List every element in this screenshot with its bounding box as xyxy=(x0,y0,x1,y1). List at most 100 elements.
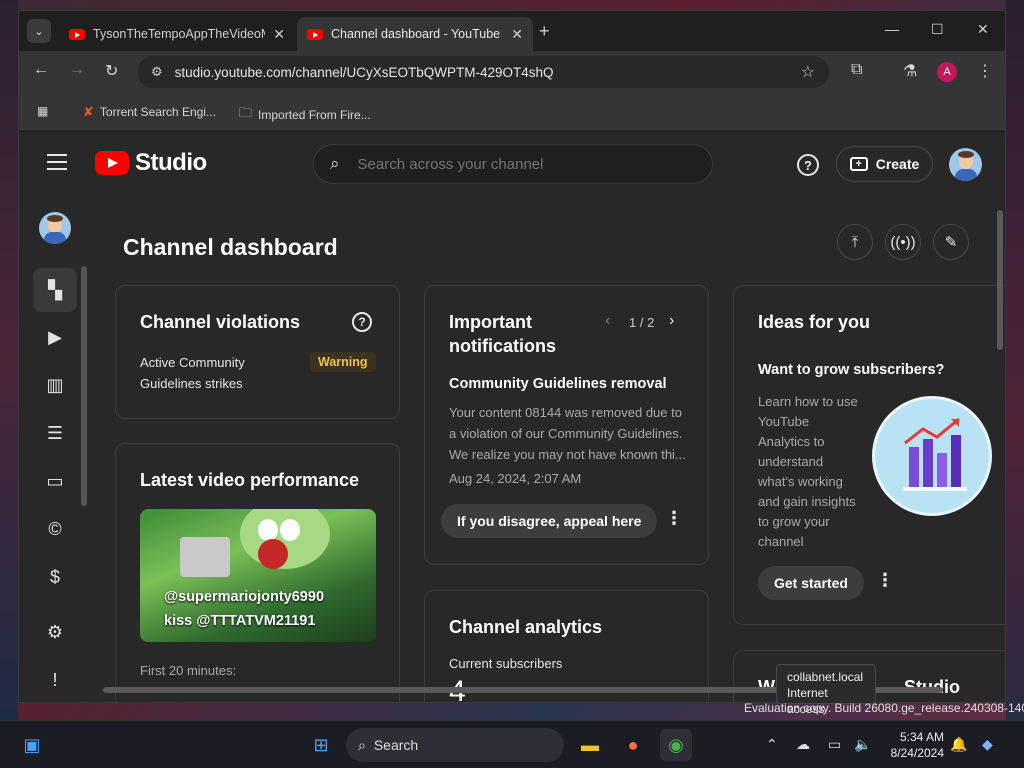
subtitles-icon[interactable]: ▭ xyxy=(33,459,77,503)
back-icon[interactable]: ← xyxy=(33,61,49,79)
site-info-icon[interactable]: ⚙ xyxy=(151,64,163,80)
video-thumbnail[interactable]: @supermariojonty6990 kiss @TTTATVM21191 xyxy=(140,509,376,642)
warning-badge: Warning xyxy=(310,352,376,372)
more-options-icon[interactable]: ⋮ xyxy=(665,508,683,529)
go-live-icon[interactable]: ((•)) xyxy=(885,224,921,260)
analytics-icon[interactable]: ▥ xyxy=(33,363,77,407)
more-options-icon[interactable]: ⋮ xyxy=(876,570,894,591)
analytics-illustration xyxy=(872,396,992,516)
channel-avatar[interactable] xyxy=(39,212,71,244)
studio-sidebar: ▚ ▶ ▥ ☰ ▭ © $ ⚙ ! xyxy=(19,196,93,702)
evaluation-watermark: Evaluation copy. Build 26080.ge_release.… xyxy=(744,701,1024,715)
notification-bell-icon[interactable]: 🔔 xyxy=(950,736,967,753)
create-button[interactable]: + Create xyxy=(836,146,933,182)
video-caption: @supermariojonty6990 xyxy=(164,589,325,605)
minimize-button[interactable]: — xyxy=(885,21,899,37)
tab-close-icon[interactable]: ✕ xyxy=(273,26,285,43)
create-video-icon: + xyxy=(849,157,868,171)
bookmark-folder-imported[interactable]: 🗀 Imported From Fire... xyxy=(239,104,371,126)
notification-date: Aug 24, 2024, 2:07 AM xyxy=(449,471,582,486)
ideas-card: Ideas for you Want to grow subscribers? … xyxy=(733,285,1005,625)
notification-heading: Community Guidelines removal xyxy=(449,376,667,392)
file-explorer-icon[interactable]: ▬ xyxy=(574,729,606,761)
tab-tyson[interactable]: TysonTheTempoAppTheVideoMa ✕ xyxy=(59,17,295,51)
notification-body: Your content 08144 was removed due to a … xyxy=(449,405,686,462)
feedback-icon[interactable]: ! xyxy=(33,658,77,702)
help-icon[interactable]: ? xyxy=(797,154,819,176)
main-vertical-scrollbar[interactable] xyxy=(997,210,1003,350)
card-title: Latest video performance xyxy=(140,470,360,490)
bookmark-torrent[interactable]: ✘ Torrent Search Engi... xyxy=(83,104,216,120)
tab-search-button[interactable]: ⌄ xyxy=(27,19,51,43)
clock-time: 5:34 AM xyxy=(899,730,944,744)
forward-icon[interactable]: → xyxy=(69,61,85,79)
maximize-button[interactable]: ☐ xyxy=(931,21,944,38)
taskbar-clock[interactable]: 5:34 AM 8/24/2024 xyxy=(880,729,944,761)
help-icon[interactable]: ? xyxy=(352,312,372,332)
copilot-icon[interactable]: ◆ xyxy=(982,736,993,753)
card-title: Important notifications xyxy=(449,312,556,356)
network-icon[interactable]: ▭ xyxy=(828,736,841,753)
bookmark-label: Imported From Fire... xyxy=(258,108,371,122)
reload-icon[interactable]: ↻ xyxy=(105,61,118,81)
onedrive-cloud-icon[interactable]: ☁ xyxy=(796,736,810,753)
apps-grid-icon[interactable]: ▦ xyxy=(37,104,48,118)
bookmark-star-icon[interactable]: ☆ xyxy=(801,62,815,82)
search-input[interactable] xyxy=(357,155,678,173)
labs-flask-icon[interactable]: ⚗ xyxy=(903,61,917,81)
channel-violations-card: Channel violations ? Active Community Gu… xyxy=(115,285,400,419)
tray-chevron-up-icon[interactable]: ⌃ xyxy=(766,736,778,753)
upload-icon[interactable]: ⤒ xyxy=(837,224,873,260)
earn-icon[interactable]: $ xyxy=(33,555,77,599)
tab-close-icon[interactable]: ✕ xyxy=(511,26,523,43)
dashboard-main: Channel dashboard ⤒ ((•)) ✎ Channel viol… xyxy=(93,196,1005,702)
studio-app: Studio ⌕ ? + Create ▚ xyxy=(19,132,1005,702)
new-tab-button[interactable]: + xyxy=(539,21,550,42)
widgets-icon[interactable]: ▣ xyxy=(16,729,48,761)
tab-strip: ⌄ TysonTheTempoAppTheVideoMa ✕ Channel d… xyxy=(19,11,1005,51)
chevron-right-icon[interactable]: › xyxy=(669,312,674,330)
torrent-favicon-icon: ✘ xyxy=(83,104,94,119)
settings-gear-icon[interactable]: ⚙ xyxy=(33,610,77,654)
tooltip-line: collabnet.local xyxy=(787,670,864,684)
folder-icon: 🗀 xyxy=(239,105,253,120)
bookmarks-bar: ▦ ✘ Torrent Search Engi... 🗀 Imported Fr… xyxy=(19,93,1005,131)
card-title: Channel analytics xyxy=(449,617,603,637)
pager-text: 1 / 2 xyxy=(629,315,655,330)
account-avatar[interactable] xyxy=(949,148,982,181)
hamburger-menu-icon[interactable] xyxy=(47,154,67,175)
get-started-button[interactable]: Get started xyxy=(758,566,864,600)
sidebar-scrollbar[interactable] xyxy=(81,266,87,506)
youtube-favicon-icon xyxy=(69,28,85,40)
extensions-icon[interactable]: ⧉ xyxy=(851,61,862,79)
bookmark-label: Torrent Search Engi... xyxy=(99,105,216,119)
url-text: studio.youtube.com/channel/UCyXsEOTbQWPT… xyxy=(174,64,554,80)
volume-muted-icon[interactable]: 🔈 xyxy=(854,736,871,753)
appeal-button[interactable]: If you disagree, appeal here xyxy=(441,504,658,538)
tab-title: TysonTheTempoAppTheVideoMa xyxy=(93,27,266,41)
dashboard-icon[interactable]: ▚ xyxy=(33,268,77,312)
search-icon: ⌕ xyxy=(330,154,340,173)
copyright-icon[interactable]: © xyxy=(33,507,77,551)
studio-logo[interactable]: Studio xyxy=(95,149,207,177)
search-icon: ⌕ xyxy=(358,736,366,753)
menu-kebab-icon[interactable]: ⋮ xyxy=(977,61,993,81)
start-windows-icon[interactable]: ⊞ xyxy=(305,729,337,761)
chevron-left-icon[interactable]: ‹ xyxy=(605,312,610,330)
profile-avatar[interactable]: A xyxy=(937,62,957,82)
taskbar-search[interactable]: ⌕ Search xyxy=(346,728,564,762)
video-caption: kiss @TTTATVM21191 xyxy=(164,613,316,629)
content-icon[interactable]: ▶ xyxy=(33,315,77,359)
studio-header: Studio ⌕ ? + Create xyxy=(19,132,1005,196)
address-bar[interactable]: ⚙ studio.youtube.com/channel/UCyXsEOTbQW… xyxy=(137,56,829,88)
desktop-right-edge xyxy=(1006,0,1024,720)
comments-icon[interactable]: ☰ xyxy=(33,411,77,455)
firefox-icon[interactable]: ● xyxy=(617,729,649,761)
channel-search[interactable]: ⌕ xyxy=(313,144,713,184)
create-post-icon[interactable]: ✎ xyxy=(933,224,969,260)
page-title: Channel dashboard xyxy=(123,234,338,260)
first-minutes-label: First 20 minutes: xyxy=(140,663,237,678)
tab-channel-dashboard[interactable]: Channel dashboard - YouTube S ✕ xyxy=(297,17,533,51)
close-window-button[interactable]: ✕ xyxy=(977,21,989,38)
chrome-icon[interactable]: ◉ xyxy=(660,729,692,761)
